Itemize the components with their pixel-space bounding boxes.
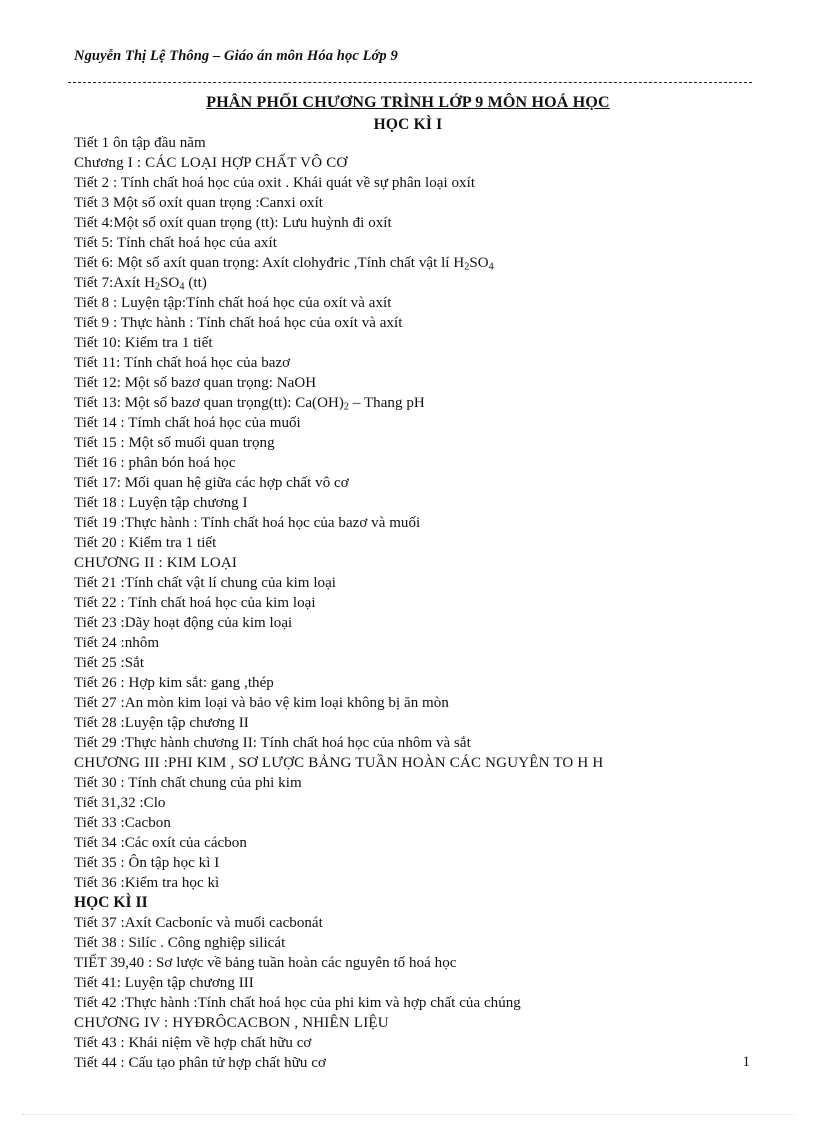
lesson-line: Tiết 21 :Tính chất vật lí chung của kim … xyxy=(74,575,337,591)
running-header: Nguyễn Thị Lệ Thông – Giáo án môn Hóa họ… xyxy=(74,48,398,64)
lesson-line: Tiết 38 : Silíc . Công nghiệp silicát xyxy=(74,935,286,951)
chapter-heading: Chương I : CÁC LOẠI HỢP CHẤT VÔ CƠ xyxy=(74,155,348,171)
lesson-line: Tiết 44 : Cấu tạo phân tử hợp chất hữu c… xyxy=(74,1055,326,1071)
lesson-line: Tiết 37 :Axít Cacboníc và muối cacbonát xyxy=(74,915,323,931)
curriculum-line-list: Tiết 1 ôn tập đầu năm Chương I : CÁC LOẠI… xyxy=(74,133,774,1073)
lesson-line: Tiết 13: Một số bazơ quan trọng(tt): Ca(… xyxy=(74,395,425,413)
lesson-line: Tiết 25 :Sắt xyxy=(74,655,145,671)
lesson-line: Tiết 26 : Hợp kim sắt: gang ,thép xyxy=(74,675,274,691)
lesson-line: Tiết 31,32 :Clo xyxy=(74,795,166,811)
lesson-line: Tiết 11: Tính chất hoá học của bazơ xyxy=(74,355,291,371)
lesson-line: Tiết 17: Mối quan hệ giữa các hợp chất v… xyxy=(74,475,349,491)
lesson-line: Tiết 29 :Thực hành chương II: Tính chất … xyxy=(74,735,471,751)
lesson-line: Tiết 43 : Khái niệm về hợp chất hữu cơ xyxy=(74,1035,312,1051)
lesson-line: Tiết 24 :nhôm xyxy=(74,635,160,651)
lesson-line: Tiết 2 : Tính chất hoá học của oxit . Kh… xyxy=(74,175,476,191)
lesson-line: Tiết 9 : Thực hành : Tính chất hoá học c… xyxy=(74,315,403,331)
lesson-line: Tiết 6: Một số axít quan trọng: Axít clo… xyxy=(74,255,494,273)
lesson-line: Tiết 8 : Luyện tập:Tính chất hoá học của… xyxy=(74,295,392,311)
lesson-line: Tiết 12: Một số bazơ quan trọng: NaOH xyxy=(74,375,317,391)
lesson-line: Tiết 36 :Kiểm tra học kì xyxy=(74,875,220,891)
page-title-wrapper: PHÂN PHỐI CHƯƠNG TRÌNH LỚP 9 MÔN HOÁ HỌC xyxy=(0,92,816,113)
document-page: Nguyễn Thị Lệ Thông – Giáo án môn Hóa họ… xyxy=(0,0,816,1123)
lesson-line: Tiết 3 Một số oxít quan trọng :Canxi oxí… xyxy=(74,195,324,211)
scan-edge-artifact xyxy=(22,1114,794,1115)
lesson-line: Tiết 4:Một số oxít quan trọng (tt): Lưu … xyxy=(74,215,392,231)
lesson-line: Tiết 16 : phân bón hoá học xyxy=(74,455,236,471)
lesson-line: Tiết 19 :Thực hành : Tính chất hoá học c… xyxy=(74,515,421,531)
header-divider-rule xyxy=(68,82,752,83)
chapter-heading: CHƯƠNG II : KIM LOẠI xyxy=(74,555,238,571)
page-subtitle: HỌC KÌ I xyxy=(373,116,443,133)
lesson-line: Tiết 1 ôn tập đầu năm xyxy=(74,135,206,151)
page-title: PHÂN PHỐI CHƯƠNG TRÌNH LỚP 9 MÔN HOÁ HỌC xyxy=(206,94,610,111)
lesson-line: Tiết 28 :Luyện tập chương II xyxy=(74,715,249,731)
chapter-heading: CHƯƠNG III :PHI KIM , SƠ LƯỢC BẢNG TUẦN … xyxy=(74,755,604,771)
chapter-heading: CHƯƠNG IV : HYĐRÔCACBON , NHIÊN LIỆU xyxy=(74,1015,389,1031)
lesson-line: Tiết 18 : Luyện tập chương I xyxy=(74,495,248,511)
lesson-line: Tiết 5: Tính chất hoá học của axít xyxy=(74,235,277,251)
lesson-line: Tiết 34 :Các oxít của cácbon xyxy=(74,835,247,851)
lesson-line: TIẾT 39,40 : Sơ lược về bảng tuần hoàn c… xyxy=(74,955,457,971)
lesson-line: Tiết 30 : Tính chất chung của phi kim xyxy=(74,775,302,791)
lesson-line: Tiết 15 : Một số muối quan trọng xyxy=(74,435,275,451)
lesson-line: Tiết 10: Kiểm tra 1 tiết xyxy=(74,335,213,351)
lesson-line: Tiết 41: Luyện tập chương III xyxy=(74,975,254,991)
lesson-line: Tiết 35 : Ôn tập học kì I xyxy=(74,855,220,871)
lesson-line: Tiết 42 :Thực hành :Tính chất hoá học củ… xyxy=(74,995,521,1011)
page-number: 1 xyxy=(742,1054,751,1070)
lesson-line: Tiết 33 :Cacbon xyxy=(74,815,171,831)
lesson-line: Tiết 23 :Dãy hoạt động của kim loại xyxy=(74,615,293,631)
lesson-line: Tiết 20 : Kiểm tra 1 tiết xyxy=(74,535,217,551)
lesson-line: Tiết 14 : Tímh chất hoá học của muối xyxy=(74,415,301,431)
lesson-line: Tiết 7:Axít H2SO4 (tt) xyxy=(74,275,207,293)
lesson-line: Tiết 27 :An mòn kim loại và bảo vệ kim l… xyxy=(74,695,449,711)
semester-heading: HỌC KÌ II xyxy=(74,894,148,911)
title-block: PHÂN PHỐI CHƯƠNG TRÌNH LỚP 9 MÔN HOÁ HỌC… xyxy=(0,92,816,135)
lesson-line: Tiết 22 : Tính chất hoá học của kim loại xyxy=(74,595,316,611)
